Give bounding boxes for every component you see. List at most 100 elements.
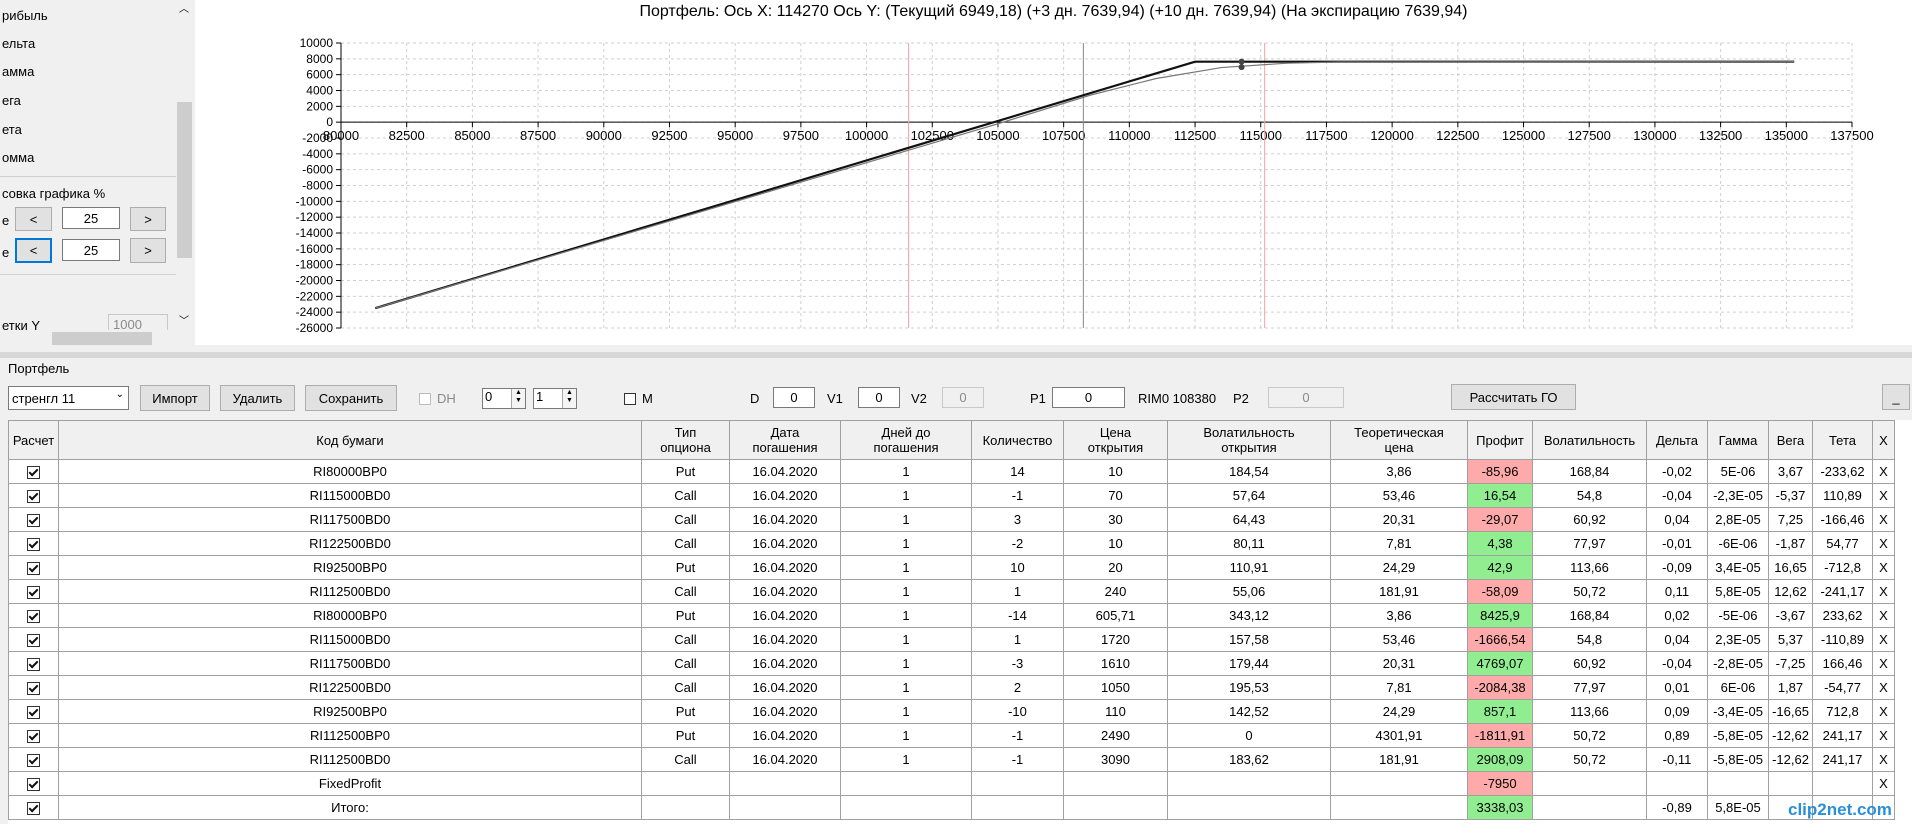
spin-arrows-icon[interactable]: ▲ ▼ — [511, 389, 525, 408]
delta-option[interactable]: ельта — [2, 36, 35, 51]
calc-checkbox[interactable] — [27, 490, 40, 504]
row1-decrease-button[interactable]: < — [15, 207, 52, 231]
remove-row-button[interactable]: X — [1872, 459, 1895, 484]
column-header[interactable]: X — [1872, 420, 1895, 460]
panel-splitter[interactable] — [0, 352, 1912, 358]
import-button[interactable]: Импорт — [140, 385, 210, 411]
calc-checkbox[interactable] — [27, 634, 40, 648]
calc-checkbox-cell[interactable] — [8, 555, 59, 580]
table-row[interactable]: FixedProfit -7950 X — [8, 771, 1895, 796]
column-header[interactable]: Количество — [971, 420, 1064, 460]
calc-checkbox-cell[interactable] — [8, 651, 59, 676]
chart-canvas[interactable]: 1000080006000400020000-2000-4000-6000-80… — [195, 0, 1912, 345]
row1-value-input[interactable]: 25 — [62, 207, 120, 229]
column-header[interactable]: Цена открытия — [1063, 420, 1168, 460]
calc-checkbox-cell[interactable] — [8, 579, 59, 604]
row1-increase-button[interactable]: > — [130, 207, 166, 231]
scroll-thumb[interactable] — [177, 102, 192, 258]
calc-checkbox[interactable] — [27, 706, 40, 720]
calc-checkbox[interactable] — [27, 562, 40, 576]
row2-decrease-button[interactable]: < — [15, 238, 52, 263]
left-panel-vertical-scrollbar[interactable]: ︿ ﹀ — [176, 0, 192, 327]
remove-row-button[interactable]: X — [1872, 555, 1895, 580]
calc-checkbox[interactable] — [27, 514, 40, 528]
remove-row-button[interactable]: X — [1872, 723, 1895, 748]
calc-checkbox[interactable] — [27, 778, 40, 792]
table-row[interactable]: RI117500BD0 Call 16.04.2020 1 3 30 64,43 20,31-… — [8, 507, 1895, 532]
delete-button[interactable]: Удалить — [220, 385, 295, 411]
column-header[interactable]: Тета — [1812, 420, 1873, 460]
table-row[interactable]: RI112500BD0 Call 16.04.2020 1 -1 3090 183,62 18… — [8, 747, 1895, 772]
table-row[interactable]: RI112500BP0 Put 16.04.2020 1 -1 2490 0 4301,91-… — [8, 723, 1895, 748]
dh-spin2[interactable]: 1 ▲ ▼ — [533, 388, 577, 409]
calc-checkbox-cell[interactable] — [8, 627, 59, 652]
table-row[interactable]: RI122500BD0 Call 16.04.2020 1 2 1050 195,53 7,8… — [8, 675, 1895, 700]
calc-checkbox-cell[interactable] — [8, 771, 59, 796]
d-input[interactable]: 0 — [773, 387, 815, 408]
portfolio-select[interactable]: стренгл 11 ⌄ — [8, 386, 129, 410]
column-header[interactable]: Волатильность — [1532, 420, 1647, 460]
remove-row-button[interactable]: X — [1872, 483, 1895, 508]
table-row[interactable]: Итого: 3338,03 -0,89 5,8E-05 — [8, 795, 1895, 820]
calc-checkbox[interactable] — [27, 586, 40, 600]
table-row[interactable]: RI115000BD0 Call 16.04.2020 1 1 1720 157,58 53,… — [8, 627, 1895, 652]
column-header[interactable]: Профит — [1467, 420, 1533, 460]
calc-checkbox[interactable] — [27, 658, 40, 672]
profit-option[interactable]: рибыль — [2, 8, 48, 23]
vomma-option[interactable]: омма — [2, 150, 34, 165]
remove-row-button[interactable]: X — [1872, 747, 1895, 772]
scroll-thumb[interactable] — [52, 332, 152, 345]
column-header[interactable]: Теоретическая цена — [1330, 420, 1468, 460]
scroll-down-icon[interactable]: ﹀ — [179, 312, 189, 327]
calc-checkbox-cell[interactable] — [8, 723, 59, 748]
calc-checkbox-cell[interactable] — [8, 459, 59, 484]
calc-checkbox[interactable] — [27, 682, 40, 696]
v2-input[interactable]: 0 — [942, 387, 984, 408]
calc-checkbox-cell[interactable] — [8, 795, 59, 820]
calc-checkbox[interactable] — [27, 802, 40, 816]
table-row[interactable]: RI80000BP0 Put 16.04.2020 1 14 10 184,54 3,86 -8… — [8, 459, 1895, 484]
spin-arrows-icon[interactable]: ▲ ▼ — [562, 389, 576, 408]
remove-row-button[interactable]: X — [1872, 627, 1895, 652]
column-header[interactable]: Тип опциона — [641, 420, 730, 460]
calc-checkbox-cell[interactable] — [8, 507, 59, 532]
scroll-up-icon[interactable]: ︿ — [179, 0, 189, 15]
column-header[interactable]: Дата погашения — [729, 420, 841, 460]
remove-row-button[interactable]: X — [1872, 771, 1895, 796]
remove-row-button[interactable]: X — [1872, 603, 1895, 628]
column-header[interactable]: Дней до погашения — [840, 420, 972, 460]
calc-checkbox[interactable] — [27, 754, 40, 768]
theta-option[interactable]: ета — [2, 122, 22, 137]
left-panel-horizontal-scrollbar[interactable] — [0, 330, 176, 347]
table-row[interactable]: RI122500BD0 Call 16.04.2020 1 -2 10 80,11 7,81 4… — [8, 531, 1895, 556]
calc-checkbox-cell[interactable] — [8, 531, 59, 556]
gamma-option[interactable]: амма — [2, 64, 34, 79]
row2-value-input[interactable]: 25 — [62, 239, 120, 261]
column-header[interactable]: Код бумаги — [58, 420, 642, 460]
p1-input[interactable]: 0 — [1052, 387, 1125, 408]
dh-checkbox[interactable] — [419, 393, 431, 405]
remove-row-button[interactable]: X — [1872, 651, 1895, 676]
column-header[interactable]: Гамма — [1707, 420, 1769, 460]
table-row[interactable]: RI115000BD0 Call 16.04.2020 1 -1 70 57,64 53,46… — [8, 483, 1895, 508]
calculate-margin-button[interactable]: Рассчитать ГО — [1451, 384, 1576, 410]
remove-row-button[interactable]: X — [1872, 579, 1895, 604]
table-row[interactable]: RI112500BD0 Call 16.04.2020 1 1 240 55,06 181,9… — [8, 579, 1895, 604]
dh-spin1[interactable]: 0 ▲ ▼ — [482, 388, 526, 409]
vega-option[interactable]: ега — [2, 93, 21, 108]
calc-checkbox[interactable] — [27, 730, 40, 744]
table-row[interactable]: RI92500BP0 Put 16.04.2020 1 10 20 110,91 24,29 4… — [8, 555, 1895, 580]
calc-checkbox-cell[interactable] — [8, 747, 59, 772]
table-row[interactable]: RI80000BP0 Put 16.04.2020 1 -14 605,71 343,12 3… — [8, 603, 1895, 628]
remove-row-button[interactable]: X — [1872, 675, 1895, 700]
calc-checkbox[interactable] — [27, 466, 40, 480]
column-header[interactable]: Расчет — [8, 420, 59, 460]
save-button[interactable]: Сохранить — [305, 385, 397, 411]
calc-checkbox[interactable] — [27, 538, 40, 552]
calc-checkbox-cell[interactable] — [8, 603, 59, 628]
calc-checkbox-cell[interactable] — [8, 699, 59, 724]
column-header[interactable]: Волатильность открытия — [1167, 420, 1331, 460]
remove-row-button[interactable]: X — [1872, 699, 1895, 724]
table-row[interactable]: RI92500BP0 Put 16.04.2020 1 -10 110 142,52 24,2… — [8, 699, 1895, 724]
remove-row-button[interactable]: X — [1872, 531, 1895, 556]
